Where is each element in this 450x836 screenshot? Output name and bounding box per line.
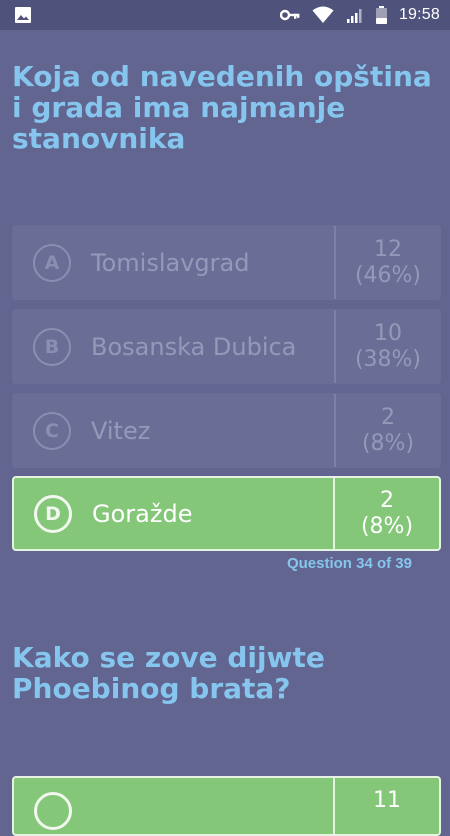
- answer-stats: 2 (8%): [334, 394, 440, 467]
- answer-letter-badge: A: [33, 243, 71, 282]
- answer-stats: 2 (8%): [333, 478, 439, 549]
- answer-option-b[interactable]: B Bosanska Dubica 10 (38%): [12, 309, 441, 384]
- question-title: Kako se zove dijwte Phoebinog brata?: [12, 641, 325, 705]
- answer-text: Tomislavgrad: [91, 248, 250, 277]
- answer-letter-badge: B: [33, 327, 71, 366]
- wifi-icon: [312, 6, 334, 24]
- answer-stats: 10 (38%): [334, 310, 440, 383]
- answer-letter-badge: D: [34, 494, 72, 533]
- answer-stats: 12 (46%): [334, 226, 440, 299]
- vpn-key-icon: [279, 8, 300, 22]
- answer-option-partial[interactable]: 11: [12, 776, 441, 836]
- image-icon: [14, 6, 32, 24]
- answer-letter-badge: C: [33, 411, 71, 450]
- vote-percent: (8%): [361, 430, 415, 456]
- vote-count: 2: [380, 487, 394, 513]
- status-bar: 19:58: [0, 0, 450, 30]
- battery-icon: [375, 6, 387, 24]
- vote-percent: (46%): [354, 262, 422, 288]
- status-time: 19:58: [398, 6, 440, 23]
- vote-count: 2: [381, 404, 395, 430]
- vote-count: 12: [374, 236, 402, 262]
- vote-count: 10: [374, 320, 402, 346]
- vote-count: 11: [373, 788, 401, 813]
- answer-text: Bosanska Dubica: [91, 332, 297, 361]
- answer-stats: 11: [333, 778, 439, 834]
- vote-percent: (38%): [354, 346, 422, 372]
- answer-text: Goražde: [92, 499, 193, 528]
- answer-option-d-correct[interactable]: D Goražde 2 (8%): [12, 476, 441, 551]
- signal-icon: [346, 7, 364, 23]
- question-title: Koja od navedenih opština i grada ima na…: [12, 60, 432, 155]
- answer-letter-badge: [34, 792, 72, 830]
- vote-percent: (8%): [360, 513, 414, 539]
- answer-option-c[interactable]: C Vitez 2 (8%): [12, 393, 441, 468]
- question-counter: Question 34 of 39: [286, 555, 412, 572]
- answer-option-a[interactable]: A Tomislavgrad 12 (46%): [12, 225, 441, 300]
- answer-text: Vitez: [91, 416, 151, 445]
